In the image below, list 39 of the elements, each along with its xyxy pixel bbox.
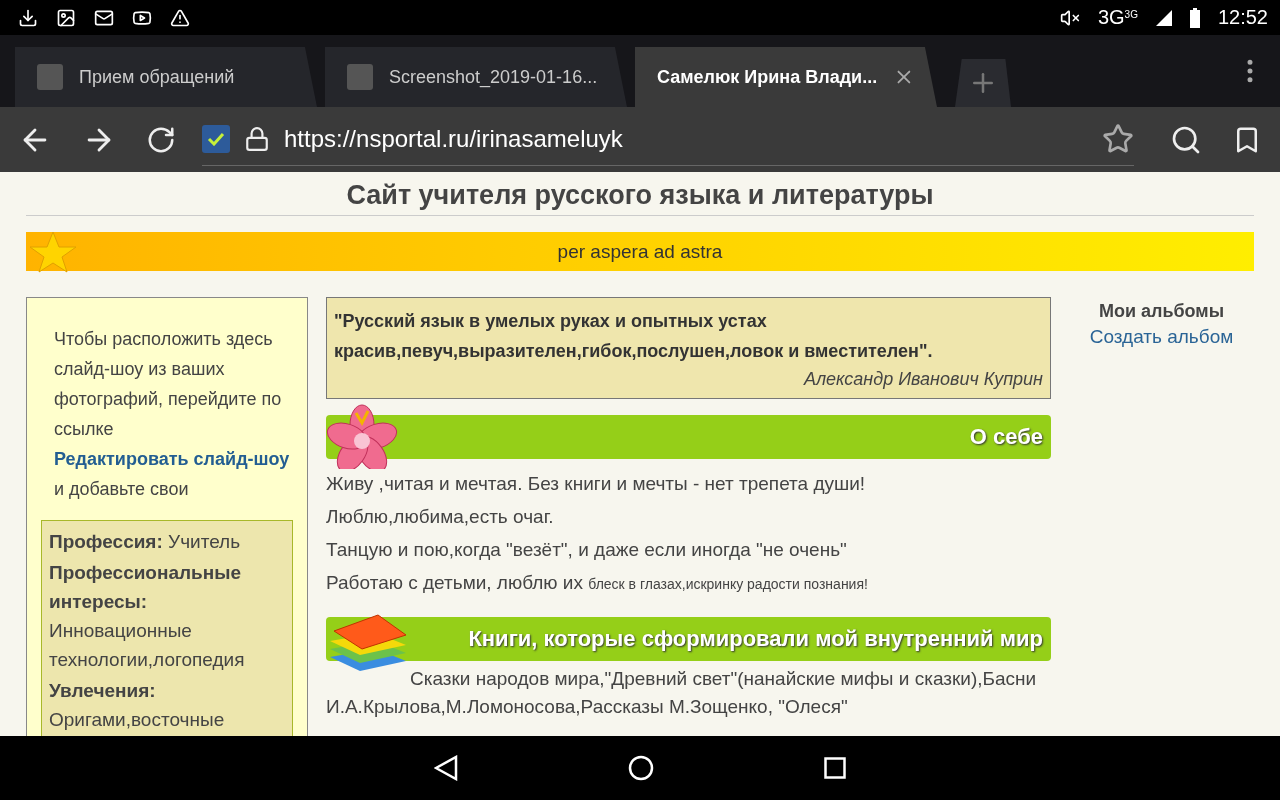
- motto-banner: per aspera ad astra: [26, 232, 1254, 271]
- home-nav-icon[interactable]: [628, 755, 654, 781]
- image-icon: [56, 7, 76, 28]
- star-icon[interactable]: [1102, 123, 1134, 155]
- about-line: Люблю,любима,есть очаг.: [326, 505, 555, 529]
- back-nav-icon[interactable]: [434, 755, 458, 781]
- albums-heading: Мои альбомы: [1098, 301, 1225, 322]
- favicon-icon: [37, 64, 63, 90]
- lock-icon: [244, 126, 270, 152]
- create-album-link[interactable]: Создать альбом: [1089, 326, 1234, 348]
- download-icon: [18, 7, 38, 28]
- profile-entry: Профессиональные интересы: Инновационные технологии,логопедия: [49, 561, 246, 672]
- slideshow-note: Чтобы расположить здесь слайд-шоу из ваших фотографий, перейдите по ссылке Редактировать слайд-шоу и добавьте свои: [54, 328, 291, 501]
- browser-tab[interactable]: Самелюк Ирина Влади...: [635, 47, 937, 107]
- browser-tab[interactable]: Screenshot_2019-01-16...: [325, 47, 627, 107]
- warning-icon: [170, 7, 190, 28]
- recents-nav-icon[interactable]: [824, 757, 846, 779]
- battery-icon: [1189, 7, 1200, 28]
- profile-entry: Профессия: Учитель: [49, 530, 242, 554]
- about-line: Работаю с детьми, люблю их блеск в глазах,искринку радости познания!: [326, 571, 869, 595]
- about-line: Живу ,читая и мечтая. Без книги и мечты - нет трепета души!: [326, 472, 867, 496]
- mute-icon: [1059, 7, 1080, 28]
- edit-slideshow-link[interactable]: Редактировать слайд-шоу: [54, 449, 290, 469]
- signal-icon: [1155, 9, 1172, 26]
- site-title: Сайт учителя русского языка и литературы: [26, 180, 1254, 216]
- quote-text: "Русский язык в умелых руках и опытных устах красив,певуч,выразителен,гибок,послушен,ловок и вместителен".: [334, 310, 934, 363]
- favicon-icon: [347, 64, 373, 90]
- network-type: 3G: [1097, 6, 1125, 28]
- quote-author: Александр Иванович Куприн: [802, 368, 1043, 391]
- site-check-icon: [202, 125, 230, 153]
- browser-tab[interactable]: Прием обращений: [15, 47, 317, 107]
- flower-icon: [326, 403, 398, 469]
- network-small-label: 3G: [1124, 8, 1138, 20]
- book-list-text: Сказки народов мира,"Древний свет"(нанайские мифы и сказки),Басни И.А.Крылова,М.Ломоносова,Рассказы М.Зощенко, "Олеся": [326, 667, 1038, 719]
- new-tab-button[interactable]: [955, 59, 1011, 107]
- about-line: Танцую и пою,когда "везёт", и даже если иногда "не очень": [326, 538, 848, 562]
- clock-time: 12:52: [1217, 6, 1268, 29]
- star-icon: [28, 230, 78, 274]
- profile-entry: Увлечения: Оригами,восточные: [49, 679, 226, 732]
